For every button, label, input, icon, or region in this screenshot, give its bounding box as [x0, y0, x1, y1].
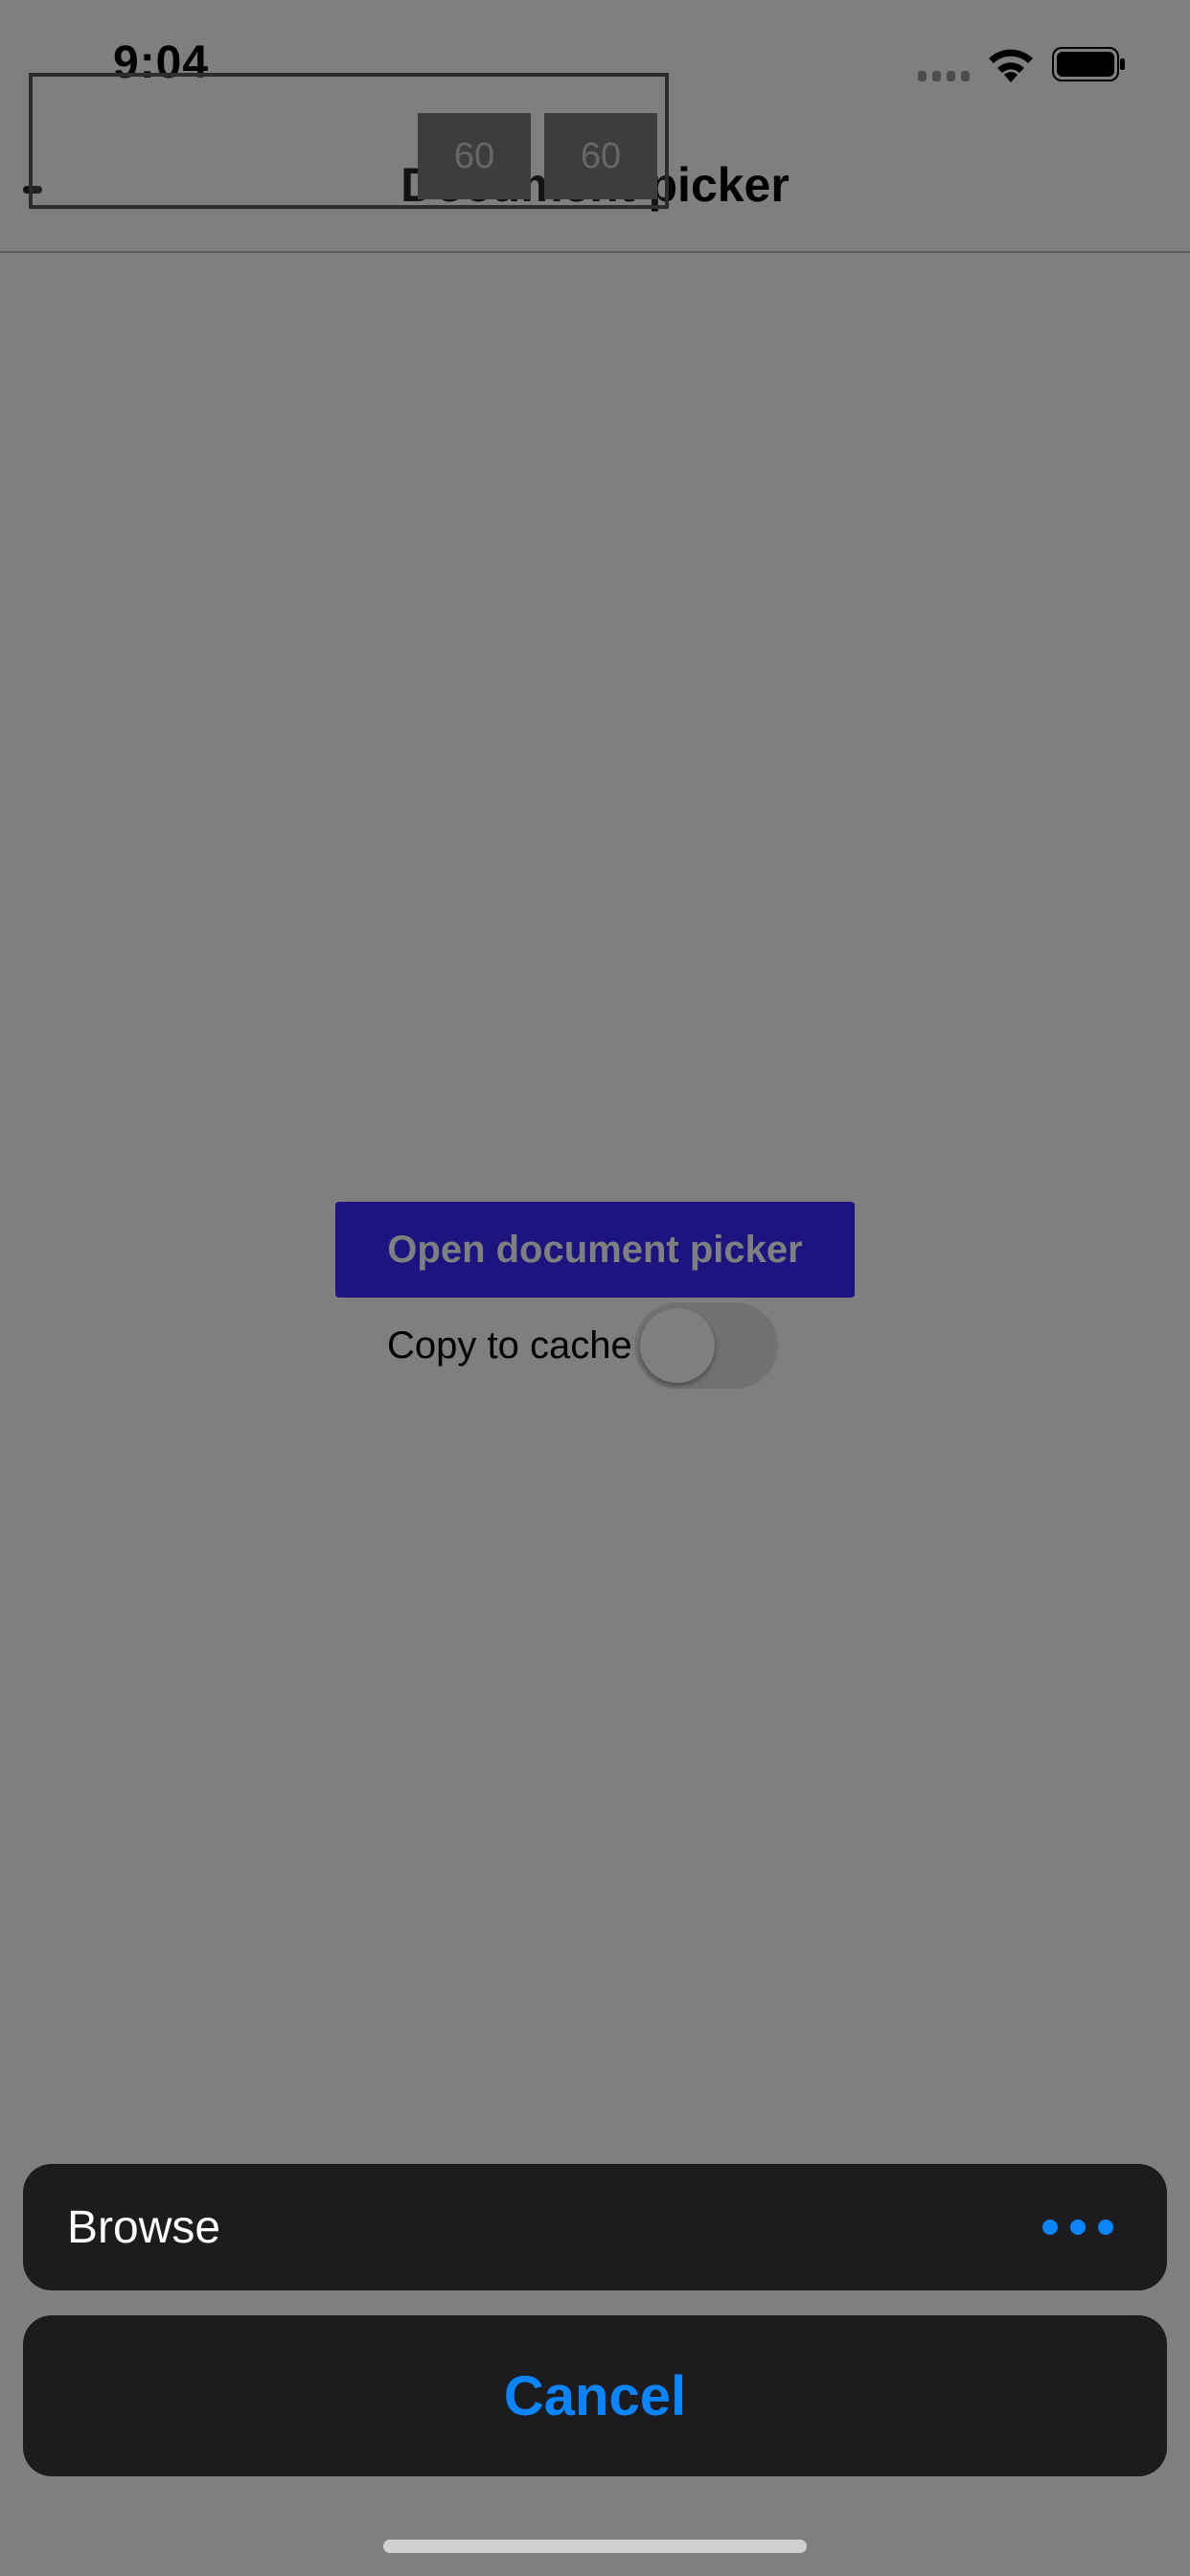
more-horizontal-icon[interactable]: [1042, 2218, 1113, 2237]
browse-label: Browse: [67, 2201, 221, 2253]
browse-option[interactable]: Browse: [23, 2164, 1167, 2290]
cancel-button[interactable]: Cancel: [23, 2315, 1167, 2476]
cancel-label: Cancel: [503, 2364, 687, 2427]
home-indicator: [383, 2540, 807, 2553]
